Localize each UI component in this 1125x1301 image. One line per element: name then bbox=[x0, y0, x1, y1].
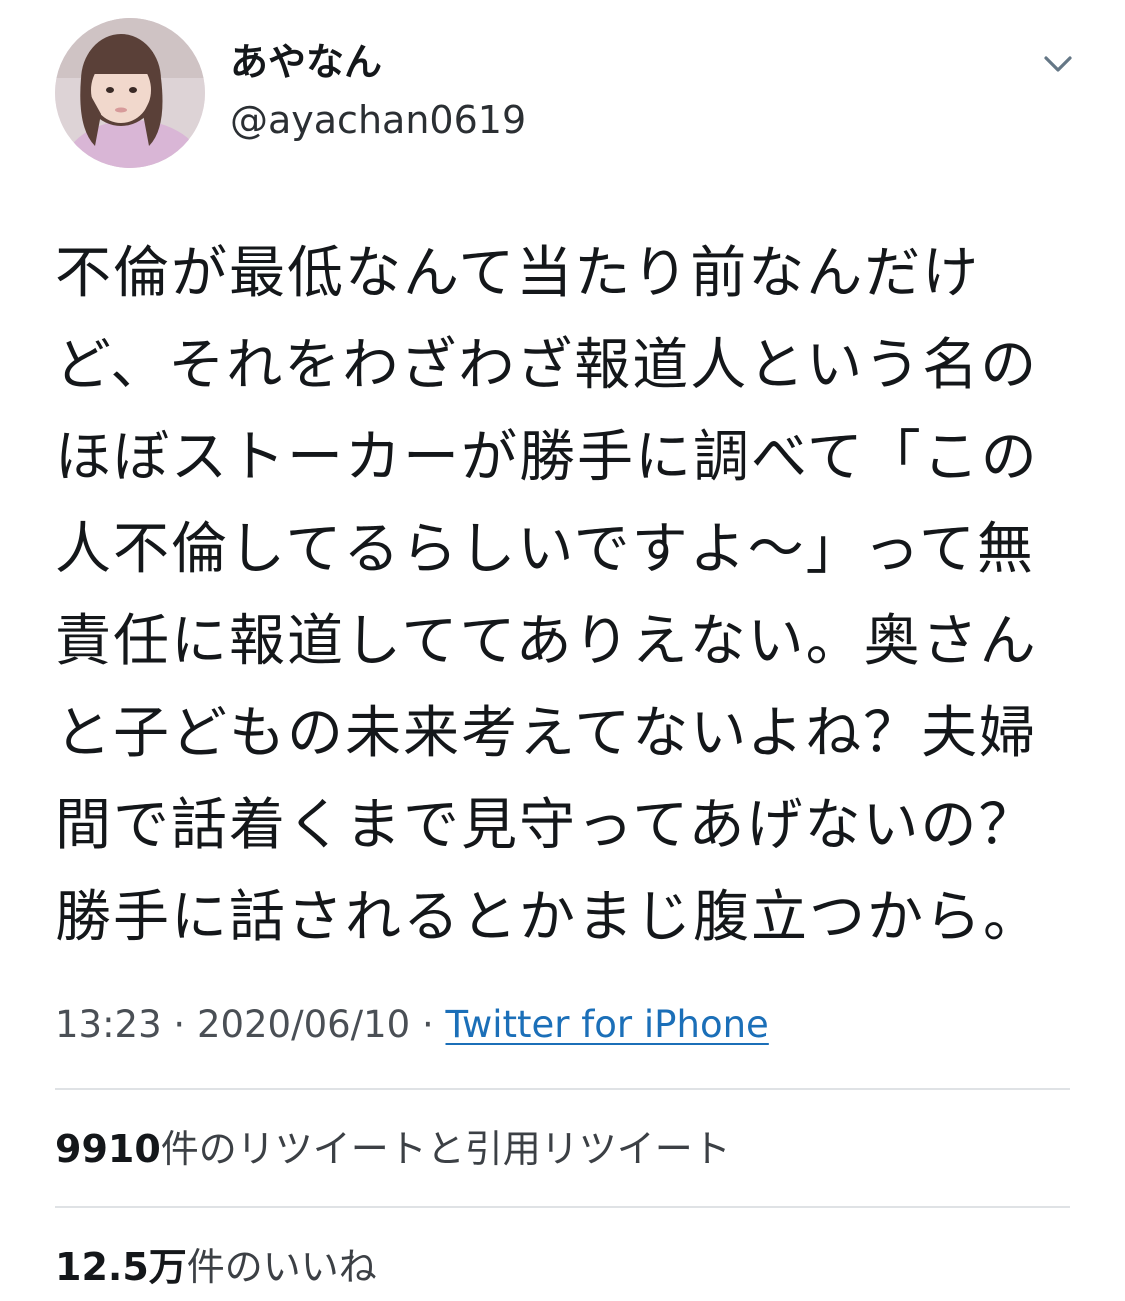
tweet-text-line: 不倫が最低なんて当たり前なんだけ bbox=[55, 241, 981, 306]
divider bbox=[55, 1088, 1070, 1090]
tweet-text-line: 人不倫してるらしいですよ〜」って無 bbox=[55, 517, 1035, 582]
retweet-count: 9910 bbox=[55, 1127, 161, 1171]
tweet-meta: 13:23 · 2020/06/10 · Twitter for iPhone bbox=[55, 1000, 769, 1050]
tweet-time: 13:23 bbox=[55, 1003, 162, 1046]
user-handle[interactable]: @ayachan0619 bbox=[230, 96, 526, 144]
tweet-text-line: ど、それをわざわざ報道人という名の bbox=[55, 333, 1039, 398]
meta-separator: · bbox=[421, 1003, 434, 1046]
tweet-date: 2020/06/10 bbox=[196, 1003, 411, 1046]
tweet-text-line: 勝手に話されるとかまじ腹立つから。 bbox=[55, 885, 1041, 950]
retweet-stat[interactable]: 9910件のリツイートと引用リツイート bbox=[55, 1124, 731, 1174]
chevron-down-icon[interactable] bbox=[1038, 44, 1078, 84]
avatar[interactable] bbox=[55, 18, 205, 168]
display-name[interactable]: あやなん bbox=[230, 38, 382, 86]
like-label: 件のいいね bbox=[186, 1245, 377, 1289]
meta-separator: · bbox=[173, 1003, 186, 1046]
retweet-label: 件のリツイートと引用リツイート bbox=[160, 1127, 731, 1171]
tweet-text-line: 間で話着くまで見守ってあげないの？ bbox=[55, 793, 1037, 858]
tweet-text: 不倫が最低なんて当たり前なんだけ ど、それをわざわざ報道人という名の ほぼストー… bbox=[55, 228, 1075, 964]
divider bbox=[55, 1206, 1070, 1208]
like-stat[interactable]: 12.5万件のいいね bbox=[55, 1242, 377, 1292]
avatar-image bbox=[55, 18, 205, 168]
tweet-text-line: と子どもの未来考えてないよね？夫婦 bbox=[55, 701, 1038, 766]
tweet-text-line: ほぼストーカーが勝手に調べて「この bbox=[55, 425, 1039, 490]
tweet-header: あやなん @ayachan0619 bbox=[0, 0, 1125, 190]
tweet-source-link[interactable]: Twitter for iPhone bbox=[446, 1003, 769, 1046]
like-count: 12.5万 bbox=[55, 1245, 187, 1289]
tweet-text-line: 責任に報道しててありえない。奥さん bbox=[55, 609, 1038, 674]
